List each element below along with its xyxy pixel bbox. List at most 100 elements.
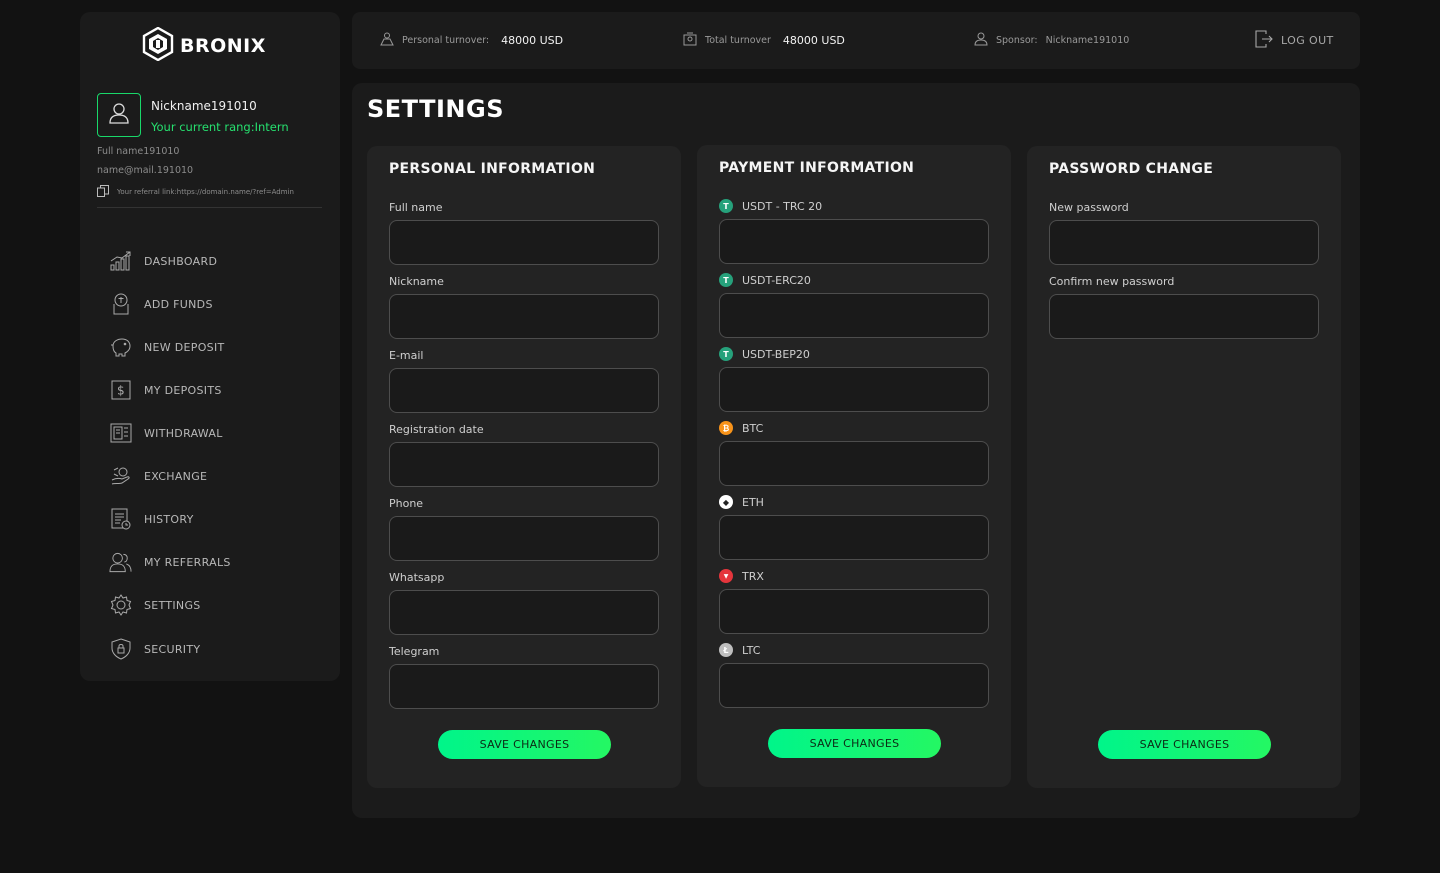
trx-input[interactable] — [719, 589, 989, 634]
sidebar-item-label: SETTINGS — [144, 598, 201, 612]
save-personal-button[interactable]: SAVE CHANGES — [438, 730, 611, 759]
ltc-label-text: LTC — [742, 643, 761, 657]
dollar-icon: $ — [109, 379, 132, 402]
sidebar-item-add-funds[interactable]: ADD FUNDS — [109, 292, 213, 316]
sidebar-item-label: HISTORY — [144, 512, 194, 526]
usdt-bep20-label-text: USDT-BEP20 — [742, 347, 810, 361]
avatar[interactable] — [97, 93, 141, 137]
brand-name: BRONIX — [180, 35, 266, 57]
user-icon — [109, 102, 129, 128]
usdt-erc20-label: T USDT-ERC20 — [719, 273, 811, 287]
full-name-label: Full name — [389, 201, 443, 214]
sidebar-item-new-deposit[interactable]: NEW DEPOSIT — [109, 335, 225, 359]
sidebar-item-label: EXCHANGE — [144, 469, 208, 483]
new-password-input[interactable] — [1049, 220, 1319, 265]
page-title: SETTINGS — [367, 95, 504, 123]
tron-icon: ▼ — [719, 569, 733, 583]
registration-date-input[interactable] — [389, 442, 659, 487]
piggy-bank-icon — [109, 336, 132, 359]
phone-input[interactable] — [389, 516, 659, 561]
confirm-password-label: Confirm new password — [1049, 275, 1175, 288]
registration-date-label: Registration date — [389, 423, 484, 436]
usdt-trc20-label: T USDT - TRC 20 — [719, 199, 822, 213]
sidebar-item-label: WITHDRAWAL — [144, 426, 223, 440]
card-title: PASSWORD CHANGE — [1049, 161, 1214, 177]
btc-label-text: BTC — [742, 421, 764, 435]
trx-label: ▼ TRX — [719, 569, 764, 583]
main-panel: SETTINGS PERSONAL INFORMATION Full name … — [352, 83, 1360, 818]
usdt-bep20-label: T USDT-BEP20 — [719, 347, 810, 361]
usdt-bep20-input[interactable] — [719, 367, 989, 412]
history-icon — [109, 508, 132, 531]
save-password-button[interactable]: SAVE CHANGES — [1098, 730, 1271, 759]
whatsapp-label: Whatsapp — [389, 571, 445, 584]
bronix-logo-icon — [142, 26, 174, 65]
sidebar-item-my-referrals[interactable]: MY REFERRALS — [109, 550, 231, 574]
turnover-icon — [380, 31, 394, 50]
eth-input[interactable] — [719, 515, 989, 560]
sponsor: Sponsor: Nickname191010 — [974, 12, 1129, 69]
card-title: PERSONAL INFORMATION — [389, 161, 596, 177]
eth-label-text: ETH — [742, 495, 764, 509]
save-payment-button[interactable]: SAVE CHANGES — [768, 729, 941, 758]
personal-turnover-label: Personal turnover: — [402, 35, 490, 46]
sidebar-item-label: SECURITY — [144, 642, 201, 656]
profile-rang: Your current rang:Intern — [151, 120, 289, 134]
telegram-label: Telegram — [389, 645, 440, 658]
gear-icon — [109, 594, 132, 617]
usdt-erc20-input[interactable] — [719, 293, 989, 338]
total-turnover-icon — [683, 31, 697, 50]
top-bar: Personal turnover: 48000 USD Total turno… — [352, 12, 1360, 69]
sidebar-item-label: NEW DEPOSIT — [144, 340, 225, 354]
ltc-input[interactable] — [719, 663, 989, 708]
sidebar-item-withdrawal[interactable]: WITHDRAWAL — [109, 421, 223, 445]
telegram-input[interactable] — [389, 664, 659, 709]
copy-icon[interactable] — [97, 185, 109, 199]
usdt-trc20-input[interactable] — [719, 219, 989, 264]
btc-input[interactable] — [719, 441, 989, 486]
full-name-input[interactable] — [389, 220, 659, 265]
atm-icon — [109, 422, 132, 445]
sidebar-item-my-deposits[interactable]: $ MY DEPOSITS — [109, 378, 222, 402]
email-label: E-mail — [389, 349, 424, 362]
sidebar-item-dashboard[interactable]: DASHBOARD — [109, 249, 217, 273]
sidebar-item-settings[interactable]: SETTINGS — [109, 593, 201, 617]
personal-turnover-value: 48000 USD — [501, 34, 564, 47]
profile-email: name@mail.191010 — [97, 165, 194, 176]
tether-icon: T — [719, 347, 733, 361]
sidebar-item-history[interactable]: HISTORY — [109, 507, 194, 531]
referrals-icon — [109, 551, 132, 574]
referral-link[interactable]: Your referral link:https://domain.name/?… — [97, 185, 294, 199]
brand-logo[interactable]: BRONIX — [142, 26, 266, 65]
sidebar-item-exchange[interactable]: EXCHANGE — [109, 464, 207, 488]
usdt-erc20-label-text: USDT-ERC20 — [742, 273, 811, 287]
chart-icon — [109, 250, 132, 273]
whatsapp-input[interactable] — [389, 590, 659, 635]
sidebar-item-security[interactable]: SECURITY — [109, 637, 200, 661]
sidebar: BRONIX Nickname191010 Your current rang:… — [80, 12, 340, 681]
logout-icon — [1255, 29, 1273, 52]
sponsor-icon — [974, 31, 988, 50]
personal-turnover: Personal turnover: 48000 USD — [380, 12, 563, 69]
usdt-trc20-label-text: USDT - TRC 20 — [742, 199, 823, 213]
ethereum-icon: ◆ — [719, 495, 733, 509]
trx-label-text: TRX — [742, 569, 764, 583]
referral-link-text: Your referral link:https://domain.name/?… — [117, 188, 294, 196]
svg-text:$: $ — [117, 384, 125, 398]
nickname-input[interactable] — [389, 294, 659, 339]
confirm-password-input[interactable] — [1049, 294, 1319, 339]
btc-label: ₿ BTC — [719, 421, 763, 435]
litecoin-icon: Ł — [719, 643, 733, 657]
new-password-label: New password — [1049, 201, 1129, 214]
email-input[interactable] — [389, 368, 659, 413]
card-title: PAYMENT INFORMATION — [719, 160, 915, 176]
sidebar-item-label: ADD FUNDS — [144, 297, 213, 311]
profile-divider — [97, 207, 322, 208]
password-change-card: PASSWORD CHANGE New password Confirm new… — [1027, 146, 1341, 788]
personal-information-card: PERSONAL INFORMATION Full name Nickname … — [367, 146, 681, 788]
phone-label: Phone — [389, 497, 424, 510]
logout-button[interactable]: LOG OUT — [1255, 12, 1334, 69]
exchange-icon — [109, 465, 132, 488]
total-turnover-value: 48000 USD — [782, 34, 845, 47]
sponsor-label: Sponsor: — [996, 35, 1038, 46]
